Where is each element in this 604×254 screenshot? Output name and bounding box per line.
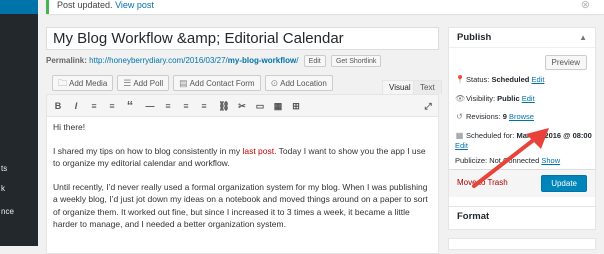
annotation-arrow-head: [526, 128, 549, 149]
annotation-arrow-line: [472, 133, 542, 188]
annotation-arrow: [472, 128, 549, 188]
